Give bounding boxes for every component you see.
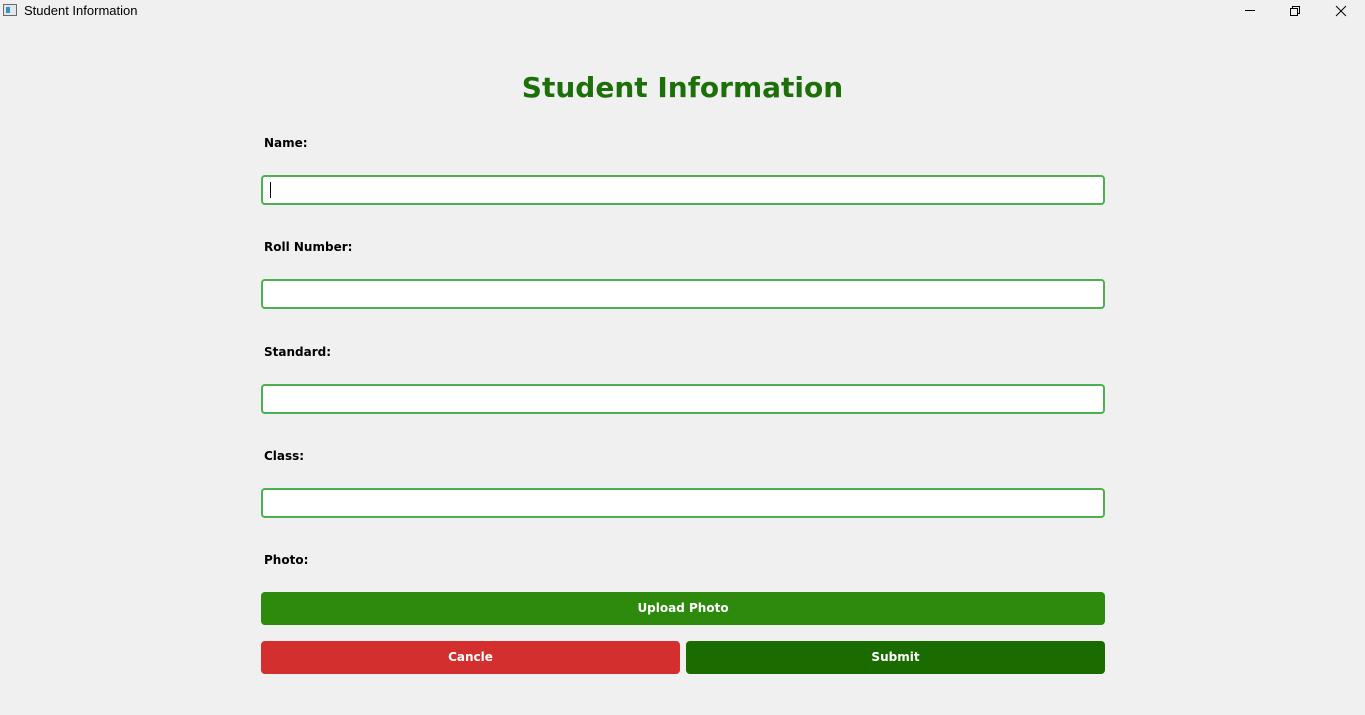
- minimize-icon: [1245, 10, 1255, 11]
- photo-label: Photo:: [264, 553, 309, 567]
- standard-input[interactable]: [261, 384, 1105, 414]
- maximize-icon: [1290, 6, 1300, 16]
- minimize-button[interactable]: [1227, 0, 1273, 23]
- upload-photo-button[interactable]: Upload Photo: [261, 592, 1105, 625]
- window-titlebar: Student Information: [0, 0, 1365, 23]
- form-title: Student Information: [521, 71, 844, 104]
- window-title: Student Information: [24, 3, 138, 18]
- close-icon: [1335, 5, 1347, 17]
- cancel-button[interactable]: Cancle: [261, 641, 680, 674]
- roll-number-label: Roll Number:: [264, 240, 353, 254]
- text-cursor: [270, 182, 271, 198]
- close-button[interactable]: [1318, 0, 1364, 23]
- standard-label: Standard:: [264, 345, 332, 359]
- name-input[interactable]: [261, 175, 1105, 205]
- submit-button[interactable]: Submit: [686, 641, 1105, 674]
- class-label: Class:: [264, 449, 305, 463]
- app-icon: [3, 4, 17, 16]
- name-label: Name:: [264, 136, 308, 150]
- maximize-button[interactable]: [1272, 0, 1318, 23]
- class-input[interactable]: [261, 488, 1105, 518]
- roll-number-input[interactable]: [261, 279, 1105, 309]
